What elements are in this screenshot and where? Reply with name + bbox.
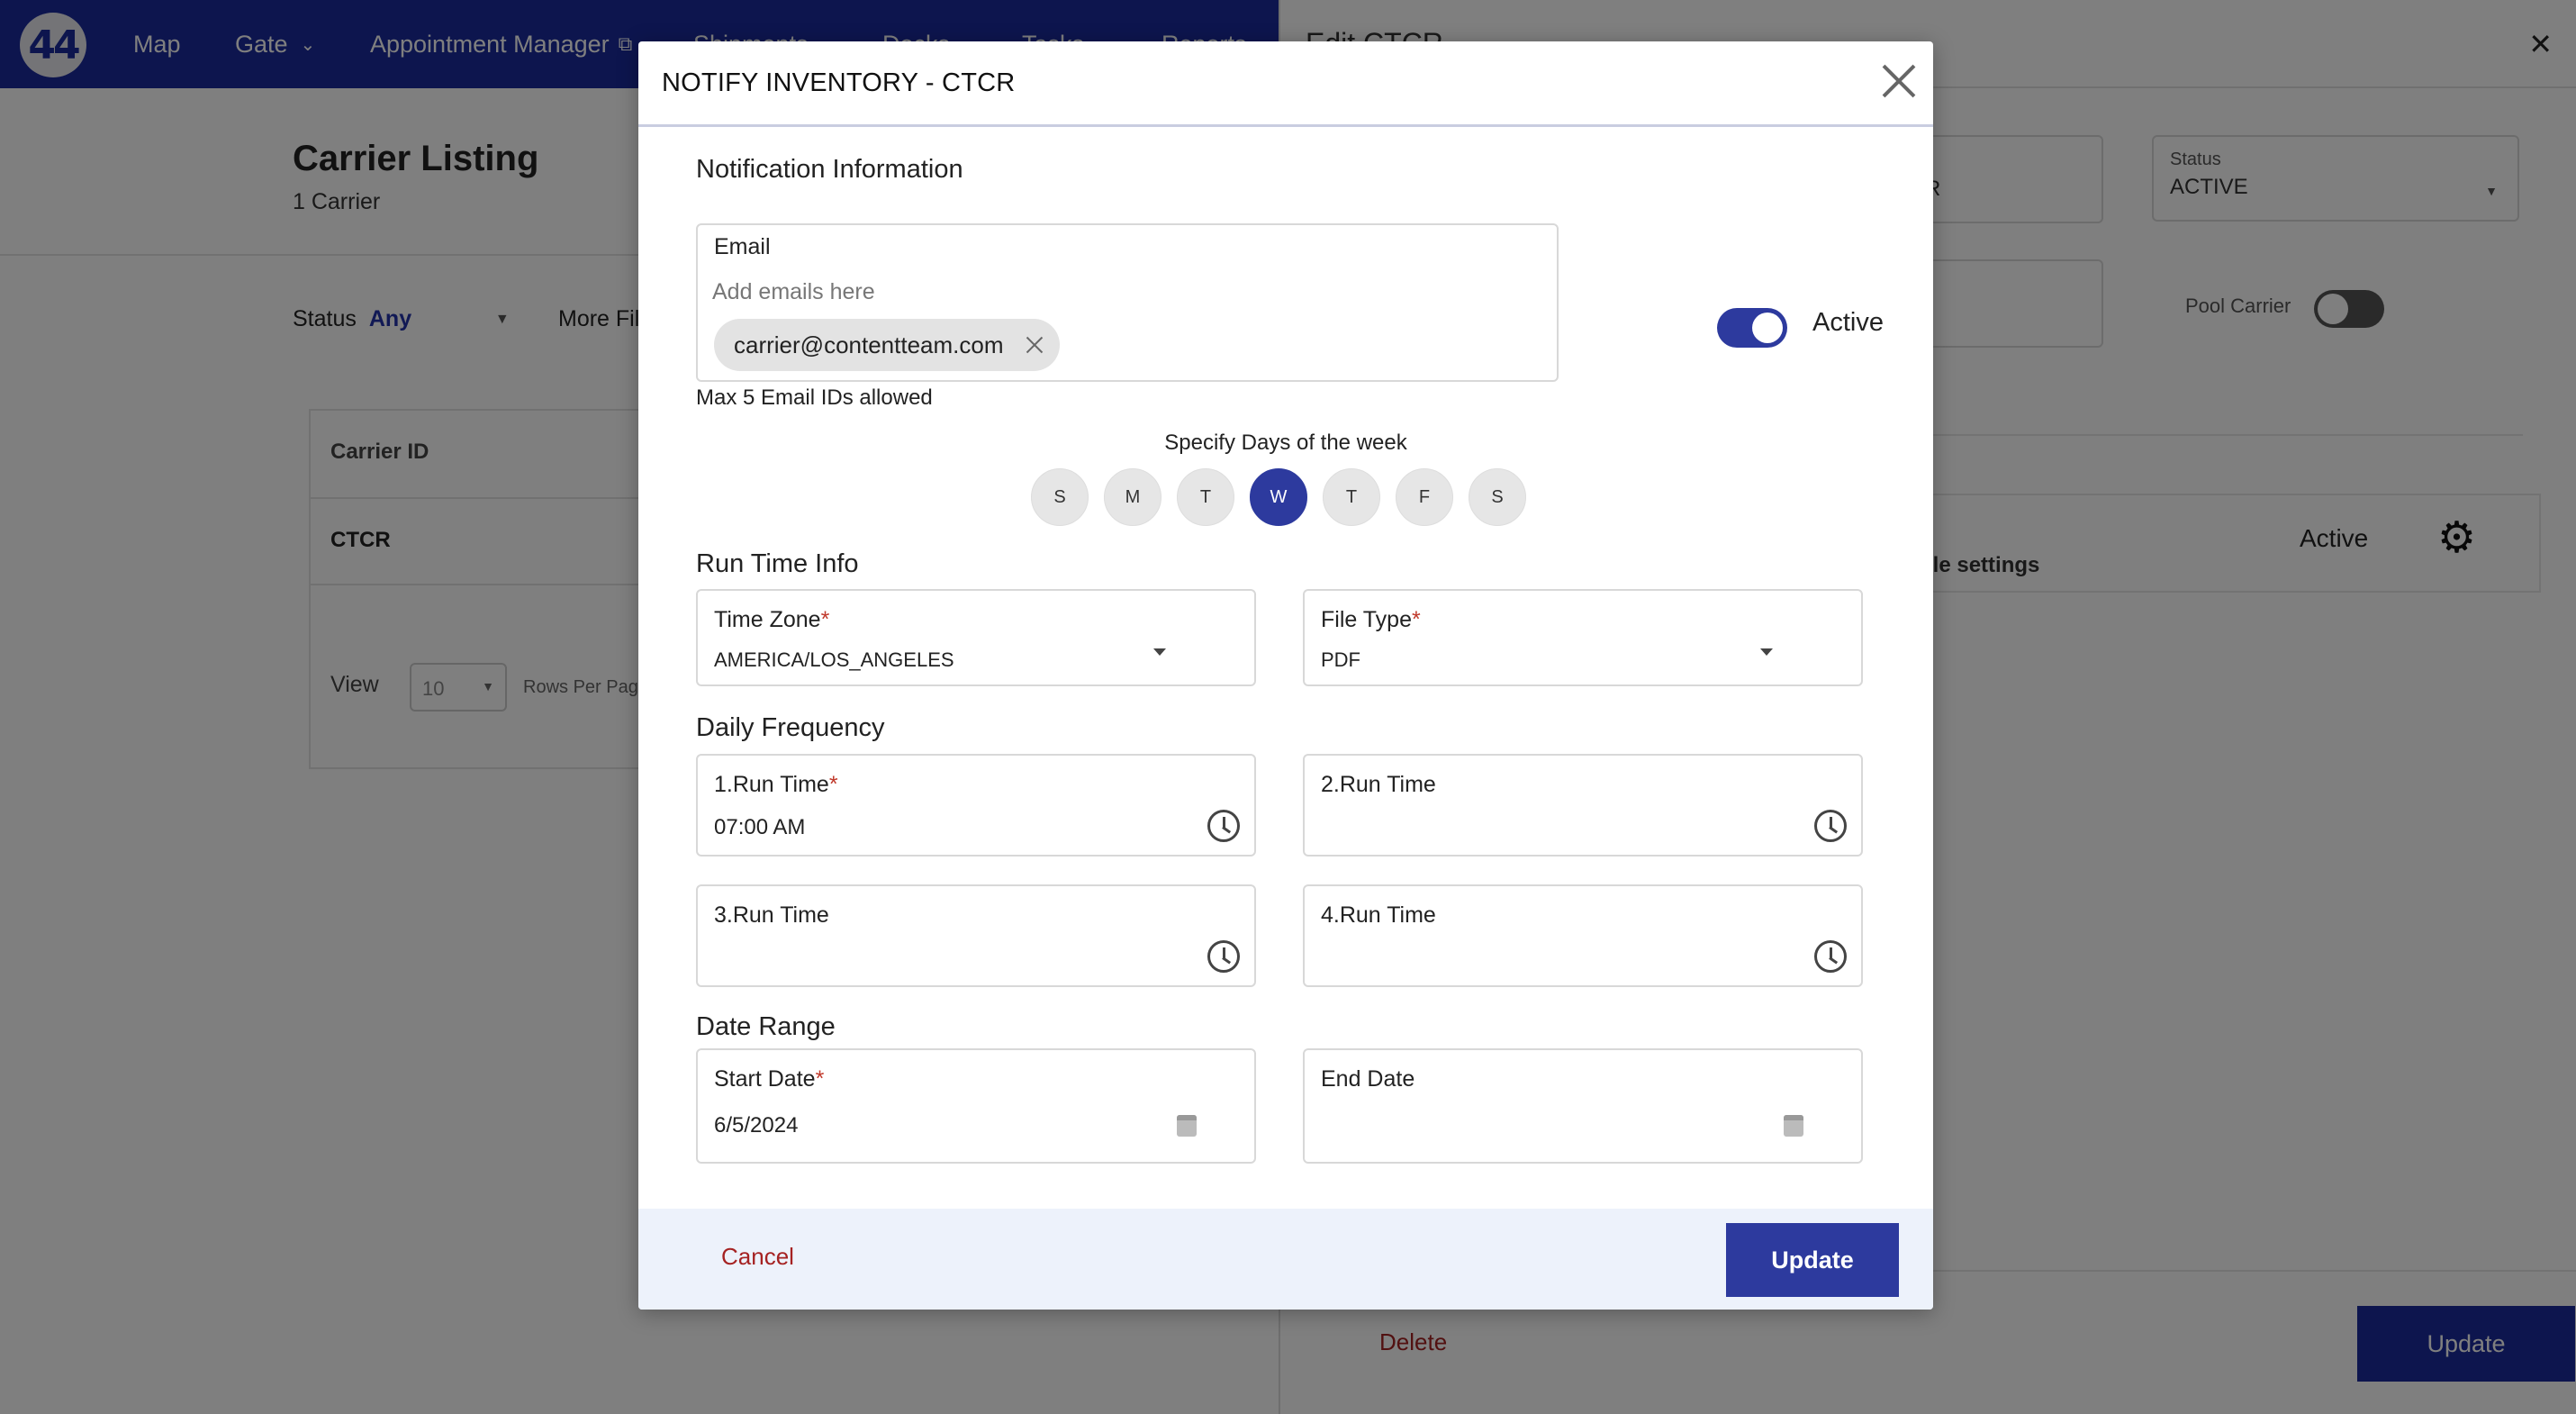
active-toggle[interactable] [1717,308,1787,348]
email-input[interactable] [712,274,1252,310]
day-saturday[interactable]: S [1469,468,1526,526]
day-tuesday[interactable]: T [1177,468,1234,526]
chevron-down-icon [1153,648,1166,656]
day-thursday[interactable]: T [1323,468,1380,526]
time-zone-select[interactable]: Time Zone* AMERICA/LOS_ANGELES [696,589,1256,686]
clock-icon[interactable] [1207,810,1240,842]
date-range-section-title: Date Range [696,1012,836,1041]
modal-footer: Cancel Update [638,1209,1933,1310]
day-friday[interactable]: F [1396,468,1453,526]
notification-section-title: Notification Information [696,155,963,184]
run-time-1-field[interactable]: 1.Run Time* 07:00 AM [696,754,1256,857]
run-time-3-field[interactable]: 3.Run Time [696,884,1256,987]
run-time-section-title: Run Time Info [696,549,859,578]
daily-frequency-section-title: Daily Frequency [696,713,885,742]
email-field[interactable]: Email carrier@contentteam.com [696,223,1559,382]
day-wednesday[interactable]: W [1250,468,1307,526]
file-type-select[interactable]: File Type* PDF [1303,589,1863,686]
cancel-button[interactable]: Cancel [721,1243,794,1271]
email-chip: carrier@contentteam.com [714,319,1060,371]
days-of-week-selector: S M T W T F S [1031,468,1541,526]
day-monday[interactable]: M [1104,468,1161,526]
clock-icon[interactable] [1207,940,1240,973]
email-chip-label: carrier@contentteam.com [734,331,1004,358]
start-date-value: 6/5/2024 [714,1113,799,1138]
clock-icon[interactable] [1814,810,1847,842]
remove-chip-icon[interactable] [1024,334,1045,356]
notify-inventory-modal: NOTIFY INVENTORY - CTCR Notification Inf… [638,41,1933,1310]
clock-icon[interactable] [1814,940,1847,973]
end-date-field[interactable]: End Date [1303,1048,1863,1164]
modal-header: NOTIFY INVENTORY - CTCR [638,41,1933,127]
time-zone-value: AMERICA/LOS_ANGELES [714,648,954,671]
run-time-1-value: 07:00 AM [714,815,806,839]
email-label: Email [714,234,771,259]
run-time-2-field[interactable]: 2.Run Time [1303,754,1863,857]
calendar-icon[interactable] [1177,1115,1197,1137]
modal-title: NOTIFY INVENTORY - CTCR [662,68,1016,97]
file-type-value: PDF [1321,648,1360,671]
chevron-down-icon [1760,648,1773,656]
start-date-field[interactable]: Start Date* 6/5/2024 [696,1048,1256,1164]
update-button[interactable]: Update [1726,1223,1899,1297]
calendar-icon[interactable] [1784,1115,1803,1137]
days-of-week-label: Specify Days of the week [1164,431,1407,455]
email-hint: Max 5 Email IDs allowed [696,385,933,410]
run-time-4-field[interactable]: 4.Run Time [1303,884,1863,987]
close-icon[interactable] [1876,58,1921,103]
day-sunday[interactable]: S [1031,468,1089,526]
active-label: Active [1812,308,1884,337]
